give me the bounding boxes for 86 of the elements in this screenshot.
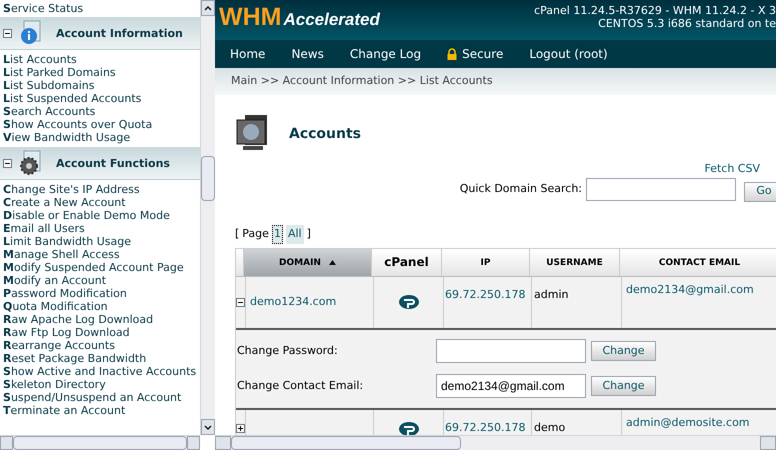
sidebar-link[interactable]: Modify Suspended Account Page: [3, 261, 197, 274]
sidebar-link[interactable]: Show Active and Inactive Accounts: [3, 365, 197, 378]
sidebar-link[interactable]: Password Modification: [3, 287, 197, 300]
scroll-thumb[interactable]: [201, 156, 215, 201]
ip-link[interactable]: 69.72.250.178: [445, 420, 526, 434]
cpanel-logo-icon[interactable]: [398, 294, 420, 310]
nav-link[interactable]: News: [291, 45, 324, 63]
input-field[interactable]: [436, 339, 586, 363]
pager-bracket: [: [235, 226, 240, 242]
sidebar-section-header[interactable]: Account Information: [0, 17, 200, 50]
sidebar-link[interactable]: Raw Ftp Log Download: [3, 326, 197, 339]
go-button[interactable]: Go: [744, 182, 776, 202]
nav-link[interactable]: Home: [230, 45, 266, 63]
sidebar-link[interactable]: Disable or Enable Demo Mode: [3, 209, 197, 222]
sidebar-link[interactable]: Reset Package Bandwidth: [3, 352, 197, 365]
sidebar-link[interactable]: Raw Apache Log Download: [3, 313, 197, 326]
pager-bracket: ]: [306, 226, 311, 242]
sidebar-link[interactable]: Skeleton Directory: [3, 378, 197, 391]
username-text: admin: [534, 288, 568, 300]
sidebar-link[interactable]: Change Site's IP Address: [3, 183, 197, 196]
column-header[interactable]: Username: [530, 248, 620, 276]
sidebar-link[interactable]: View Bandwidth Usage: [3, 131, 197, 144]
page-link[interactable]: All: [286, 225, 304, 244]
sidebar-section-header[interactable]: Account Functions: [0, 147, 200, 180]
sidebar-link[interactable]: Create a New Account: [3, 196, 197, 209]
email-link[interactable]: demo2134@gmail.com: [626, 282, 754, 296]
collapse-toggle-icon[interactable]: [3, 28, 12, 38]
sidebar-link[interactable]: List Subdomains: [3, 79, 197, 92]
domain-link[interactable]: demo1234.com: [250, 294, 336, 310]
collapse-toggle-icon[interactable]: [236, 298, 245, 306]
breadcrumb: Main >> Account Information >> List Accounts: [231, 73, 493, 90]
email-link[interactable]: admin@demosite.com: [626, 416, 750, 428]
nav-link[interactable]: Change Log: [350, 45, 422, 63]
ip-link[interactable]: 69.72.250.178: [445, 288, 526, 300]
username-text: demo: [534, 420, 566, 434]
column-header[interactable]: Contact Email: [620, 248, 776, 276]
collapse-toggle-icon[interactable]: [3, 158, 12, 168]
logo-text: WHM: [219, 4, 282, 30]
sidebar-link[interactable]: Limit Bandwidth Usage: [3, 235, 197, 248]
section-title: Account Information: [56, 26, 183, 40]
scroll-right-icon[interactable]: [760, 436, 776, 450]
section-title: Account Functions: [56, 156, 170, 170]
change-button[interactable]: Change: [591, 341, 656, 361]
version-text: CENTOS 5.3 i686 standard on te: [597, 17, 776, 30]
sidebar-link[interactable]: List Suspended Accounts: [3, 92, 197, 105]
horizontal-scrollbar[interactable]: [215, 435, 776, 450]
sort-up-icon: [328, 260, 336, 264]
page-link[interactable]: 1: [272, 225, 283, 244]
sidebar-link[interactable]: Manage Shell Access: [3, 248, 197, 261]
sidebar-link[interactable]: Search Accounts: [3, 105, 197, 118]
search-label: Quick Domain Search:: [460, 181, 582, 198]
horizontal-scrollbar[interactable]: [0, 435, 200, 450]
fetch-csv-link[interactable]: Fetch CSV: [704, 161, 760, 178]
scroll-right-icon[interactable]: [187, 436, 200, 450]
column-header[interactable]: Ip: [442, 248, 530, 276]
scroll-left-icon[interactable]: [215, 436, 231, 450]
logo-subtext: Accelerated: [283, 10, 380, 30]
page-title: Accounts: [289, 124, 362, 144]
vertical-scrollbar[interactable]: [200, 0, 215, 435]
input-field[interactable]: demo2134@gmail.com: [436, 374, 586, 398]
scroll-left-icon[interactable]: [0, 436, 13, 450]
nav-link[interactable]: Secure: [447, 45, 504, 63]
sidebar-link[interactable]: List Parked Domains: [3, 66, 197, 79]
search-field[interactable]: [586, 178, 736, 201]
sidebar-link[interactable]: List Accounts: [3, 53, 197, 66]
scroll-thumb[interactable]: [231, 436, 461, 450]
sidebar-link[interactable]: Service Status: [0, 0, 200, 17]
column-header[interactable]: cPanel: [372, 248, 442, 276]
expand-toggle-icon[interactable]: [236, 424, 245, 433]
pager-label: Page: [242, 226, 269, 242]
sidebar-link[interactable]: Rearrange Accounts: [3, 339, 197, 352]
sidebar-link[interactable]: Terminate an Account: [3, 404, 197, 417]
version-text: cPanel 11.24.5-R37629 - WHM 11.24.2 - X 3: [534, 4, 776, 17]
sidebar-link[interactable]: Quota Modification: [3, 300, 197, 313]
nav-link[interactable]: Logout (root): [529, 45, 608, 63]
sidebar-link[interactable]: Modify an Account: [3, 274, 197, 287]
field-label: Change Contact Email:: [236, 378, 364, 394]
sidebar-link[interactable]: Show Accounts over Quota: [3, 118, 197, 131]
sidebar-link[interactable]: Suspend/Unsuspend an Account: [3, 391, 197, 404]
scroll-down-icon[interactable]: [204, 424, 212, 430]
column-header[interactable]: Domain: [244, 248, 372, 276]
scroll-up-icon[interactable]: [204, 6, 212, 10]
field-label: Change Password:: [236, 342, 339, 359]
sidebar-link[interactable]: Email all Users: [3, 222, 197, 235]
scroll-thumb[interactable]: [12, 436, 188, 450]
change-button[interactable]: Change: [591, 376, 656, 396]
